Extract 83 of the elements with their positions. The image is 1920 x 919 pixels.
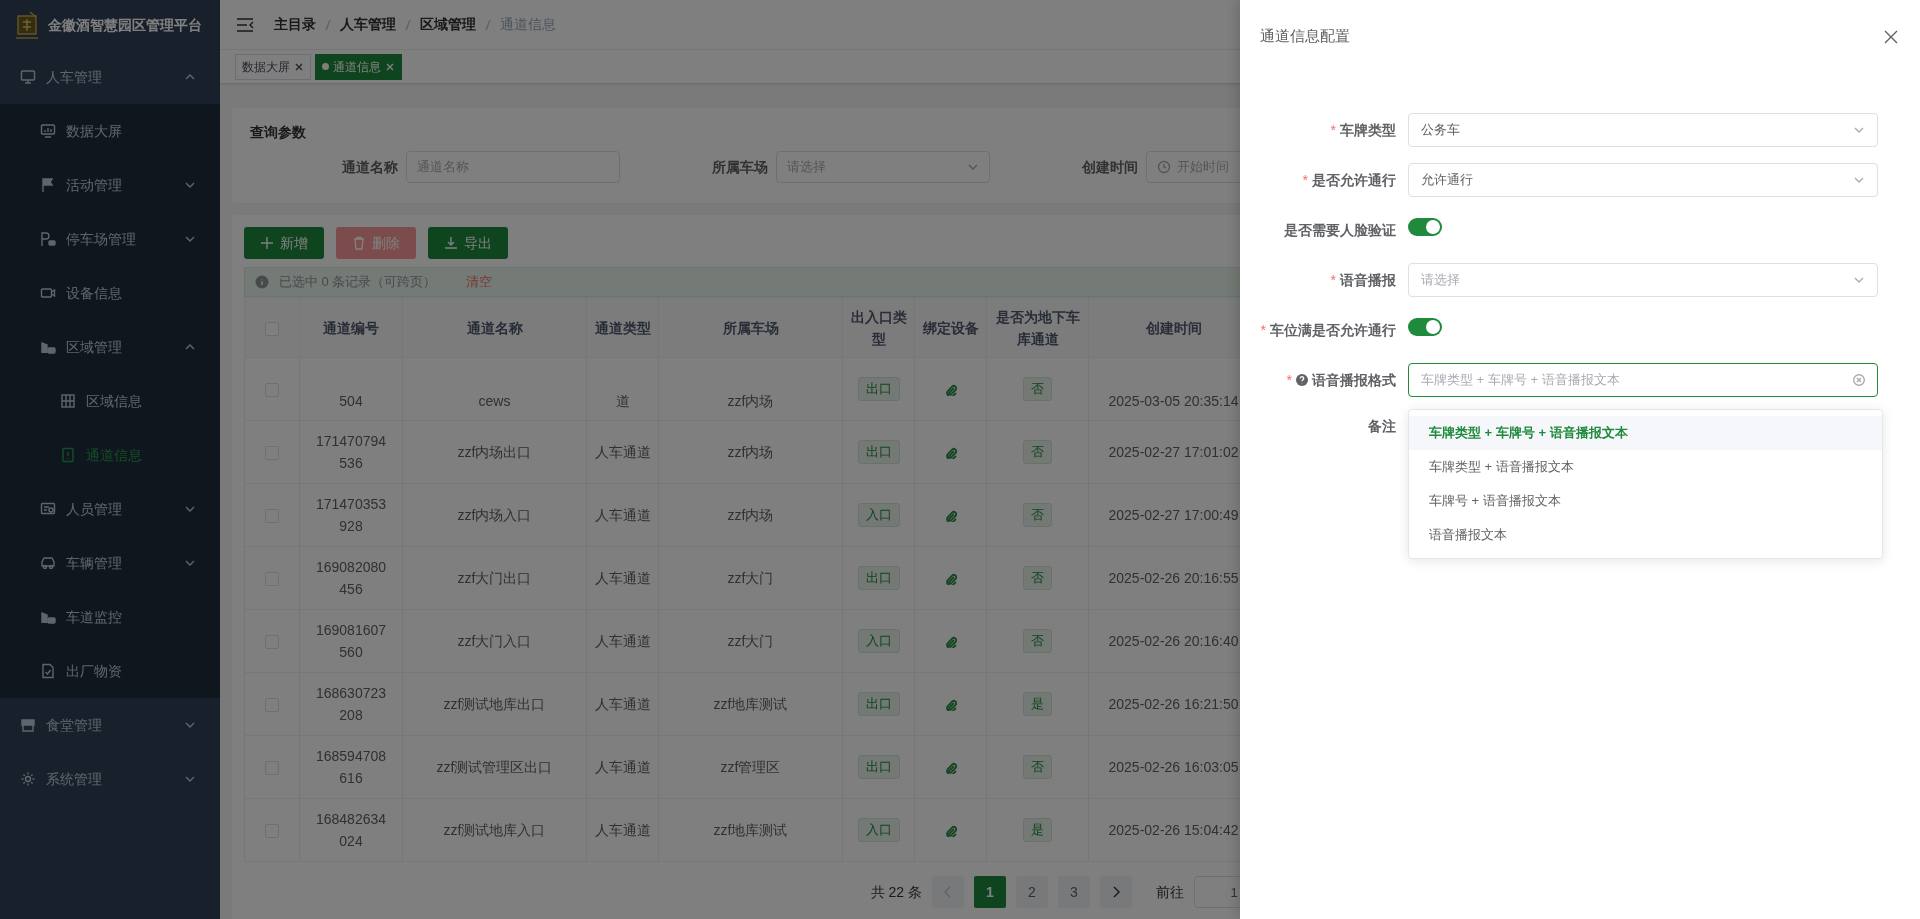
direction-tag: 出口 xyxy=(857,440,900,464)
column-header: 是否为地下车库通道 xyxy=(986,297,1089,358)
table-cell: cews xyxy=(478,393,511,409)
underground-tag: 否 xyxy=(1023,755,1052,779)
required-mark: * xyxy=(1330,270,1336,290)
field-label: 所属车场 xyxy=(712,157,768,177)
direction-tag: 出口 xyxy=(857,755,900,779)
table-cell-text: 169081607560 xyxy=(315,621,387,662)
field-label: 是否需要人脸验证 xyxy=(1284,220,1396,240)
table-cell-text: 168630723208 xyxy=(315,684,387,725)
table-cell: 2025-02-27 17:00:49 xyxy=(1108,507,1239,523)
table-cell: 2025-03-05 20:35:14 xyxy=(1108,393,1239,409)
column-header: 通道编号 xyxy=(299,297,403,358)
app-title: 金徽酒智慧园区管理平台 xyxy=(48,15,202,35)
column-header: 绑定设备 xyxy=(914,297,987,358)
table-cell: zzf大门 xyxy=(727,633,774,649)
total-count: 共 22 条 xyxy=(870,882,922,902)
direction-tag: 出口 xyxy=(857,692,900,716)
table-cell: zzf内场 xyxy=(727,507,774,523)
required-mark: * xyxy=(1286,370,1292,390)
section-title: 查询参数 xyxy=(250,124,306,140)
table-cell: zzf内场入口 xyxy=(457,507,532,523)
field-label: 是否允许通行 xyxy=(1312,170,1396,190)
table-cell: zzf大门入口 xyxy=(457,633,532,649)
table-cell: 2025-02-26 16:03:05 xyxy=(1108,759,1239,775)
field-label: 创建时间 xyxy=(1082,157,1138,177)
field-label: 语音播报格式 xyxy=(1312,370,1396,390)
direction-tag: 入口 xyxy=(857,629,900,653)
field-label: 通道名称 xyxy=(342,157,398,177)
table-cell: 2025-02-26 16:21:50 xyxy=(1108,696,1239,712)
underground-tag: 是 xyxy=(1023,692,1052,716)
table-cell-text: 171470794536 xyxy=(315,432,387,473)
table-cell: zzf测试地库出口 xyxy=(443,696,546,712)
table-cell-text: 人车通道 xyxy=(594,506,652,525)
underground-tag: 否 xyxy=(1023,566,1052,590)
underground-tag: 否 xyxy=(1023,440,1052,464)
column-header: 通道名称 xyxy=(402,297,587,358)
table-cell: 2025-02-26 20:16:40 xyxy=(1108,633,1239,649)
table-cell-text: 人车通道 xyxy=(594,758,652,777)
column-header: 通道类型 xyxy=(586,297,659,358)
direction-tag: 入口 xyxy=(857,818,900,842)
table-cell: zzf内场出口 xyxy=(457,444,532,460)
underground-tag: 是 xyxy=(1023,818,1052,842)
required-mark: * xyxy=(1302,170,1308,190)
table-cell-text: 169082080456 xyxy=(315,558,387,599)
direction-tag: 入口 xyxy=(857,503,900,527)
table-cell: zzf内场 xyxy=(727,444,774,460)
table-cell-text: 171470353928 xyxy=(315,495,387,536)
table-cell-text: 人车通道 xyxy=(594,632,652,651)
table-cell-text: 人车通道 xyxy=(594,443,652,462)
table-cell-text: 504 xyxy=(338,392,364,411)
table-cell: zzf大门出口 xyxy=(457,570,532,586)
direction-tag: 出口 xyxy=(857,377,900,401)
table-cell: zzf管理区 xyxy=(720,759,781,775)
table-cell: 2025-02-26 15:04:42 xyxy=(1108,822,1239,838)
required-mark: * xyxy=(1260,320,1266,340)
drawer-title: 通道信息配置 xyxy=(1260,25,1350,46)
table-cell: 2025-02-27 17:01:02 xyxy=(1108,444,1239,460)
table-cell: zzf地库测试 xyxy=(713,696,788,712)
column-header: 出入口类型 xyxy=(842,297,915,358)
table-cell-text: 人车通道 xyxy=(594,569,652,588)
underground-tag: 否 xyxy=(1023,503,1052,527)
table-cell-text: 道 xyxy=(615,392,631,411)
field-label: 备注 xyxy=(1368,417,1396,436)
table-cell-text: 人车通道 xyxy=(594,821,652,840)
table-cell: 2025-02-26 20:16:55 xyxy=(1108,570,1239,586)
direction-tag: 出口 xyxy=(857,566,900,590)
required-mark: * xyxy=(1330,120,1336,140)
column-header: 所属车场 xyxy=(658,297,843,358)
field-label: 语音播报 xyxy=(1340,270,1396,290)
table-cell-text: 168482634024 xyxy=(315,810,387,851)
table-cell-text: 168594708616 xyxy=(315,747,387,788)
underground-tag: 否 xyxy=(1023,377,1052,401)
table-cell: zzf内场 xyxy=(727,393,774,409)
underground-tag: 否 xyxy=(1023,629,1052,653)
goto-label: 前往 xyxy=(1156,882,1184,902)
table-cell: zzf测试地库入口 xyxy=(443,822,546,838)
field-label: 车位满是否允许通行 xyxy=(1270,320,1396,340)
field-label: 车牌类型 xyxy=(1340,120,1396,140)
table-cell: zzf地库测试 xyxy=(713,822,788,838)
table-cell-text: 人车通道 xyxy=(594,695,652,714)
table-cell: zzf测试管理区出口 xyxy=(436,759,553,775)
table-cell: zzf大门 xyxy=(727,570,774,586)
